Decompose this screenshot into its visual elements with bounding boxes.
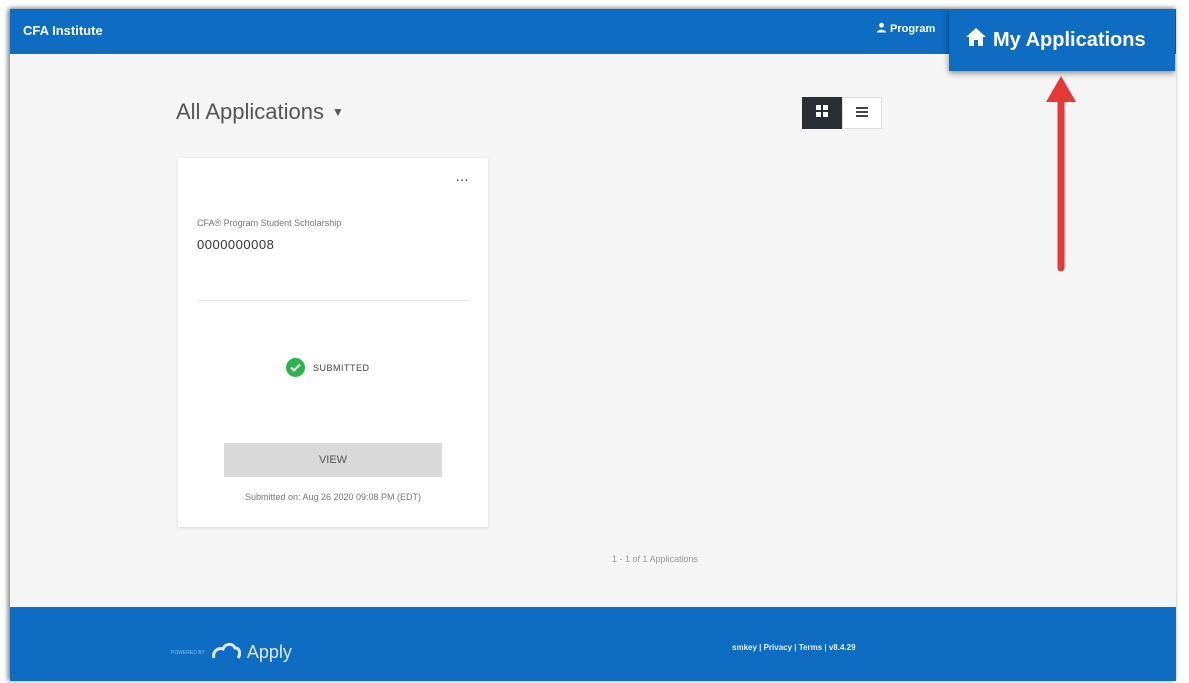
annotation-arrow: [1046, 76, 1076, 272]
